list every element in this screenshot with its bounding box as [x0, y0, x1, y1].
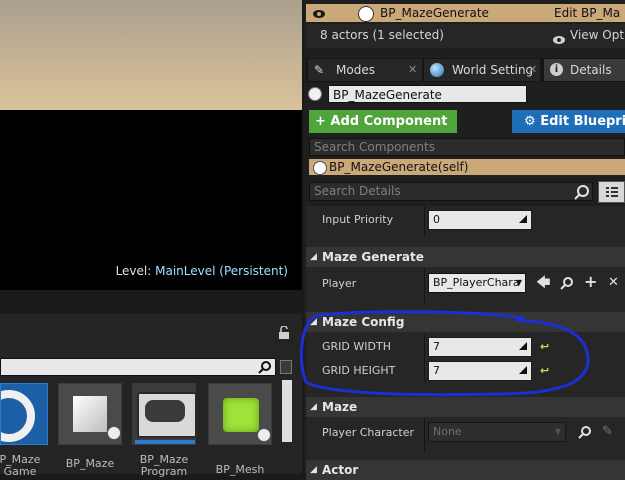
add-component-label: + Add Component	[315, 114, 448, 129]
search-details-input[interactable]: Search Details	[309, 182, 593, 201]
add-component-button[interactable]: + Add Component ▼	[309, 110, 457, 150]
asset-label-line: BP_Mesh	[215, 463, 265, 476]
search-components-input[interactable]: Search Components	[309, 138, 625, 156]
input-priority-value: 0	[433, 213, 440, 226]
visibility-eye-icon[interactable]	[312, 7, 326, 25]
view-options-grid-icon[interactable]	[598, 181, 625, 203]
maze-header[interactable]: ◢ Maze	[306, 397, 625, 417]
maze-title: Maze	[322, 400, 358, 414]
collapse-arrow-icon: ◢	[310, 402, 317, 412]
asset-tile-mesh[interactable]	[208, 383, 272, 445]
actor-name-field[interactable]: BP_MazeGenerate	[328, 85, 527, 103]
tab-world-settings[interactable]: World Setting ✕	[424, 59, 540, 81]
component-self-label: BP_MazeGenerate(self)	[329, 160, 469, 174]
outliner-row[interactable]: BP_MazeGenerate Edit BP_Ma	[306, 4, 625, 22]
browse-search-icon[interactable]	[578, 425, 592, 439]
actor-title: Actor	[322, 463, 359, 477]
component-self-row[interactable]: BP_MazeGenerate(self)	[309, 159, 625, 175]
divider	[424, 268, 425, 304]
outliner-actor-label: BP_MazeGenerate	[380, 6, 489, 20]
save-icon[interactable]	[280, 360, 292, 374]
player-character-label: Player Character	[322, 426, 415, 439]
tab-details[interactable]: i Details	[544, 59, 625, 81]
level-indicator: Level: MainLevel (Persistent)	[116, 264, 288, 278]
content-search-input[interactable]	[0, 358, 276, 376]
asset-tile-maze[interactable]	[58, 383, 122, 445]
dropdown-arrow-icon: ▼	[554, 427, 561, 436]
modes-icon: ✎	[314, 63, 325, 77]
collapse-arrow-icon: ◢	[310, 465, 317, 475]
asset-tile-program[interactable]	[132, 383, 197, 445]
close-icon[interactable]: ✕	[528, 59, 537, 81]
level-prefix: Level:	[115, 264, 152, 278]
tab-label: Details	[570, 63, 612, 77]
player-character-dropdown[interactable]: None ▼	[428, 422, 566, 442]
outliner-actor-type[interactable]: Edit BP_Ma	[554, 4, 620, 22]
maze-generate-header[interactable]: ◢ Maze Generate	[306, 247, 625, 267]
info-icon: i	[550, 63, 563, 76]
actor-type-icon	[308, 87, 322, 101]
content-scrollbar[interactable]	[282, 380, 292, 442]
annotation-circle	[299, 310, 590, 397]
input-priority-field[interactable]: 0	[428, 210, 532, 230]
search-icon[interactable]	[258, 360, 272, 374]
actor-header[interactable]: ◢ Actor	[306, 460, 625, 480]
actor-count: 8 actors (1 selected)	[320, 28, 444, 42]
edit-blueprint-button[interactable]: ⚙ Edit Blueprin	[512, 110, 625, 133]
collapse-arrow-icon: ◢	[310, 252, 317, 262]
maze-generate-title: Maze Generate	[322, 250, 424, 264]
view-options-button[interactable]: View Optio	[570, 24, 625, 46]
component-icon	[313, 161, 327, 175]
viewport-sky	[0, 0, 302, 110]
asset-tile-game[interactable]	[0, 383, 48, 445]
close-icon[interactable]: ✕	[408, 59, 417, 81]
asset-label-mesh: BP_Mesh	[204, 464, 276, 476]
level-name: MainLevel (Persistent)	[155, 264, 288, 278]
gears-icon: ⚙	[524, 114, 536, 129]
globe-icon	[430, 63, 444, 77]
asset-label-maze: BP_Maze	[54, 458, 126, 470]
divider	[424, 418, 425, 452]
player-character-value: None	[433, 425, 462, 438]
asset-label-line: Program	[140, 465, 188, 478]
pick-actor-icon[interactable]: ✎	[602, 424, 613, 439]
player-dropdown[interactable]: BP_PlayerChara ▼	[428, 273, 526, 293]
dropdown-arrow-icon: ▼	[515, 278, 522, 287]
clear-icon[interactable]: ✕	[608, 276, 619, 290]
use-selected-arrow-icon[interactable]: 🡄	[536, 276, 550, 290]
level-viewport[interactable]: Level: MainLevel (Persistent)	[0, 0, 302, 290]
lock-icon[interactable]	[278, 325, 290, 340]
player-value: BP_PlayerChara	[433, 276, 520, 289]
asset-label-line: BP_Maze	[65, 457, 115, 470]
tab-label: Modes	[336, 63, 375, 77]
divider	[424, 206, 425, 236]
actor-icon	[358, 6, 374, 22]
asset-label-program: BP_Maze Program	[128, 454, 200, 478]
asset-label-game: P_Maze Game	[0, 454, 50, 478]
asset-label-line: Game	[3, 465, 37, 478]
browse-search-icon[interactable]	[560, 276, 574, 290]
tab-modes[interactable]: ✎ Modes ✕	[308, 59, 422, 81]
edit-blueprint-label: Edit Blueprin	[540, 114, 625, 129]
add-icon[interactable]: +	[584, 274, 597, 290]
player-label: Player	[322, 277, 357, 290]
input-priority-label: Input Priority	[322, 213, 394, 226]
tab-label: World Setting	[452, 63, 534, 77]
spin-handle-icon[interactable]	[519, 215, 527, 223]
outliner-footer: 8 actors (1 selected) View Optio	[306, 24, 625, 48]
eye-icon[interactable]	[552, 30, 566, 52]
search-icon[interactable]	[574, 184, 590, 200]
